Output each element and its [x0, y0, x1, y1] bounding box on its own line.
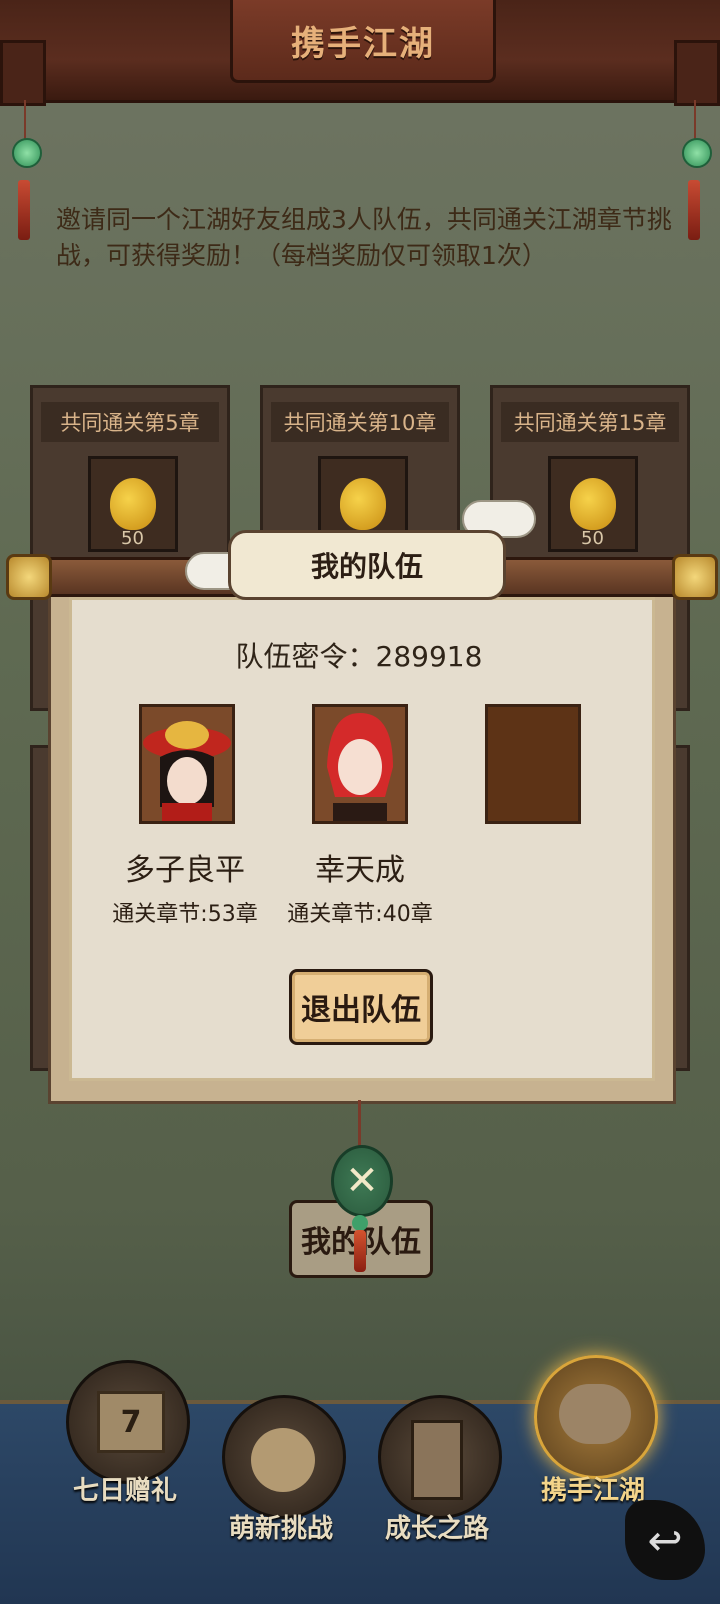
reward-card-title: 共同通关第5章 [41, 402, 219, 442]
left-corner-ornament [0, 40, 46, 106]
close-button[interactable]: ✕ [331, 1145, 393, 1217]
nav-seven-day-gift[interactable]: 7 [66, 1360, 190, 1484]
right-hanging-string [694, 100, 696, 140]
nav-label: 萌新挑战 [228, 1514, 333, 1544]
right-tassel-icon [688, 180, 700, 240]
team-code: 队伍密令：289918 [235, 640, 483, 673]
golden-pear-icon [570, 478, 616, 530]
member-avatar[interactable] [139, 704, 235, 824]
member-portrait-icon [315, 707, 405, 821]
nav-newbie-challenge[interactable] [222, 1395, 346, 1519]
reward-item-slot[interactable]: 50 [88, 456, 178, 552]
member-name: 幸天成 [315, 853, 405, 888]
nav-growth-road[interactable] [378, 1395, 502, 1519]
return-arrow-icon: ↩ [647, 1515, 683, 1565]
golden-pear-icon [110, 478, 156, 530]
empty-member-slot[interactable] [485, 704, 581, 824]
reward-count: 50 [581, 528, 604, 549]
right-corner-ornament [674, 40, 720, 106]
title-plate: 携手江湖 [230, 0, 496, 83]
left-jade-icon [12, 138, 42, 168]
page-title: 携手江湖 [291, 23, 435, 64]
dialog-title-tab: 我的队伍 [228, 530, 506, 600]
scroll-rod-left-cap [6, 554, 52, 600]
nav-label: 成长之路 [384, 1514, 489, 1544]
dialog-title: 我的队伍 [310, 550, 423, 583]
member-chapter: 通关章节:40章 [287, 902, 433, 927]
member-chapter: 通关章节:53章 [112, 902, 258, 927]
golden-pear-icon [340, 478, 386, 530]
handshake-icon [559, 1384, 631, 1444]
book-arrow-icon [411, 1420, 463, 1500]
scroll-rod-right-cap [672, 554, 718, 600]
nav-label: 七日赠礼 [72, 1476, 177, 1506]
leave-team-button[interactable]: 退出队伍 [289, 969, 433, 1045]
nav-join-hands-active[interactable] [534, 1355, 658, 1479]
left-hanging-string [24, 100, 26, 140]
right-jade-icon [682, 138, 712, 168]
nav-badge: 7 [120, 1404, 142, 1440]
left-tassel-icon [18, 180, 30, 240]
member-avatar[interactable] [312, 704, 408, 824]
event-description: 邀请同一个江湖好友组成3人队伍，共同通关江湖章节挑战，可获得奖励！（每档奖励仅可… [56, 205, 672, 270]
close-icon: ✕ [345, 1158, 379, 1204]
reward-item-slot[interactable]: 50 [548, 456, 638, 552]
member-portrait-icon [142, 707, 232, 821]
gift-box-icon: 7 [97, 1391, 165, 1453]
member-name: 多子良平 [125, 853, 245, 888]
newbie-face-icon [251, 1428, 315, 1492]
red-tassel-icon [354, 1230, 366, 1272]
reward-count: 50 [121, 528, 144, 549]
reward-card-title: 共同通关第15章 [501, 402, 679, 442]
jade-bead-icon [352, 1215, 368, 1231]
reward-card-title: 共同通关第10章 [271, 402, 449, 442]
